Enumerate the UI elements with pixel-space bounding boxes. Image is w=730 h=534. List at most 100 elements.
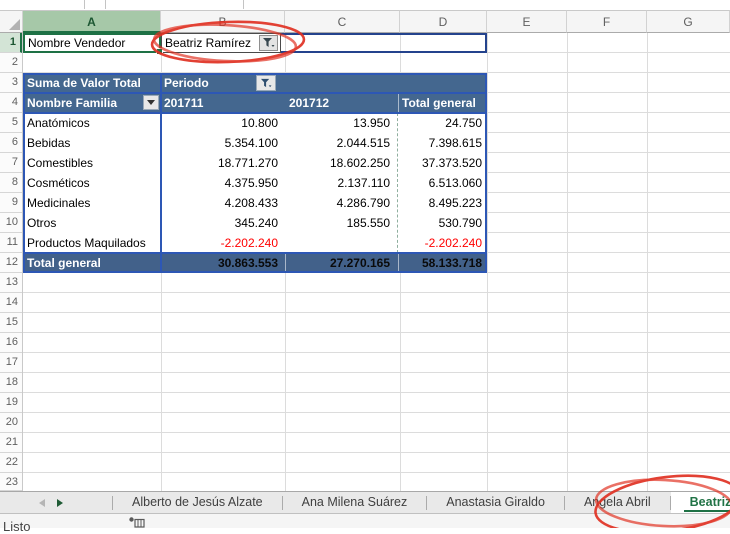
pivot-cell[interactable]: -2.202.240 <box>161 233 285 253</box>
fill-handle[interactable] <box>156 48 163 55</box>
row-header-5[interactable]: 5 <box>0 113 22 133</box>
pivot-cell[interactable] <box>285 233 400 253</box>
pivot-row: Otros 345.240 185.550 530.790 <box>23 213 487 233</box>
row-header-23[interactable]: 23 <box>0 473 22 491</box>
pivot-cell[interactable]: 4.286.790 <box>285 193 400 213</box>
column-header-F[interactable]: F <box>567 10 647 33</box>
pivot-cell[interactable]: 10.800 <box>161 113 285 133</box>
column-header-G[interactable]: G <box>647 10 730 33</box>
sheet-tab-ana-milena-su-rez[interactable]: Ana Milena Suárez <box>283 492 427 513</box>
row-header-2[interactable]: 2 <box>0 53 22 73</box>
column-header-201712[interactable]: 201712 <box>289 93 329 113</box>
pivot-row-label[interactable]: Comestibles <box>23 153 161 173</box>
row-header-15[interactable]: 15 <box>0 313 22 333</box>
row-header-7[interactable]: 7 <box>0 153 22 173</box>
gridline-vertical <box>647 33 648 491</box>
pivot-row: Anatómicos 10.800 13.950 24.750 <box>23 113 487 133</box>
select-all-corner[interactable] <box>0 10 23 33</box>
status-bar: Listo <box>0 513 730 534</box>
pivot-cell[interactable]: 8.495.223 <box>400 193 487 213</box>
filter-label-cell[interactable]: Nombre Vendedor <box>23 33 161 53</box>
pivot-cell[interactable]: 18.602.250 <box>285 153 400 173</box>
row-header-22[interactable]: 22 <box>0 453 22 473</box>
pivot-border-top <box>23 73 487 75</box>
pivot-column-header-row: Nombre Familia 201711 201712 Total gener… <box>23 93 487 113</box>
pivot-cell[interactable]: 345.240 <box>161 213 285 233</box>
pivot-cell[interactable]: 2.137.110 <box>285 173 400 193</box>
column-field-label[interactable]: Periodo <box>164 73 209 93</box>
pivot-border-under-measure-row <box>23 92 487 94</box>
grand-total-total[interactable]: 58.133.718 <box>400 253 487 273</box>
pivot-measure-row: Suma de Valor Total Periodo <box>23 73 487 93</box>
periodo-filter-button[interactable] <box>256 75 276 91</box>
pivot-cell[interactable]: 18.771.270 <box>161 153 285 173</box>
pivot-border-right <box>485 73 487 273</box>
pivot-row-label[interactable]: Productos Maquilados <box>23 233 161 253</box>
pivot-cell[interactable]: 185.550 <box>285 213 400 233</box>
row-header-11[interactable]: 11 <box>0 233 22 253</box>
gridline-vertical <box>567 33 568 491</box>
row-field-label[interactable]: Nombre Familia <box>27 93 117 113</box>
pivot-cell[interactable]: 5.354.100 <box>161 133 285 153</box>
pivot-table: Suma de Valor Total Periodo Nombre Famil… <box>23 73 487 273</box>
column-header-A[interactable]: A <box>23 10 161 33</box>
pivot-cell[interactable]: 24.750 <box>400 113 487 133</box>
row-header-17[interactable]: 17 <box>0 353 22 373</box>
measure-label[interactable]: Suma de Valor Total <box>27 73 141 93</box>
column-header-B[interactable]: B <box>161 10 285 33</box>
row-header-10[interactable]: 10 <box>0 213 22 233</box>
pivot-row-label[interactable]: Bebidas <box>23 133 161 153</box>
sheet-tab-alberto-de-jes-s-alzate[interactable]: Alberto de Jesús Alzate <box>113 492 282 513</box>
pivot-cell[interactable]: 13.950 <box>285 113 400 133</box>
pivot-cell[interactable]: 2.044.515 <box>285 133 400 153</box>
row-header-6[interactable]: 6 <box>0 133 22 153</box>
pivot-row: Cosméticos 4.375.950 2.137.110 6.513.060 <box>23 173 487 193</box>
pivot-cell[interactable]: -2.202.240 <box>400 233 487 253</box>
column-header-D[interactable]: D <box>400 10 487 33</box>
column-header-E[interactable]: E <box>487 10 567 33</box>
pivot-cell[interactable]: 37.373.520 <box>400 153 487 173</box>
pivot-row-label[interactable]: Cosméticos <box>23 173 161 193</box>
row-header-12[interactable]: 12 <box>0 253 22 273</box>
filter-value-cell[interactable]: Beatriz Ramírez <box>161 33 281 53</box>
pivot-row-label[interactable]: Otros <box>23 213 161 233</box>
row-header-8[interactable]: 8 <box>0 173 22 193</box>
pivot-cell[interactable]: 530.790 <box>400 213 487 233</box>
row-header-18[interactable]: 18 <box>0 373 22 393</box>
column-header-total[interactable]: Total general <box>402 93 476 113</box>
row-header-21[interactable]: 21 <box>0 433 22 453</box>
column-header-201711[interactable]: 201711 <box>164 93 203 113</box>
row-header-20[interactable]: 20 <box>0 413 22 433</box>
pivot-row: Comestibles 18.771.270 18.602.250 37.373.52… <box>23 153 487 173</box>
sheet-grid[interactable]: Nombre Vendedor Beatriz Ramírez Suma de … <box>0 33 730 491</box>
row-header-4[interactable]: 4 <box>0 93 22 113</box>
pivot-row-label[interactable]: Anatómicos <box>23 113 161 133</box>
arrow-right-icon[interactable] <box>57 499 63 507</box>
grand-total-201711[interactable]: 30.863.553 <box>161 253 285 273</box>
grand-total-label[interactable]: Total general <box>23 253 161 273</box>
pivot-cell[interactable]: 4.375.950 <box>161 173 285 193</box>
row-header-1[interactable]: 1 <box>0 33 22 53</box>
sheet-tab-angela-abril[interactable]: Angela Abril <box>565 492 670 513</box>
row-header-19[interactable]: 19 <box>0 393 22 413</box>
row-header-13[interactable]: 13 <box>0 273 22 293</box>
pivot-cell[interactable]: 7.398.615 <box>400 133 487 153</box>
row-header-9[interactable]: 9 <box>0 193 22 213</box>
row-header-3[interactable]: 3 <box>0 73 22 93</box>
column-header-C[interactable]: C <box>285 10 400 33</box>
gridline-vertical <box>487 33 488 491</box>
pivot-row-label[interactable]: Medicinales <box>23 193 161 213</box>
pivot-cell[interactable]: 6.513.060 <box>400 173 487 193</box>
pivot-grand-total-row[interactable]: Total general 30.863.553 27.270.165 58.1… <box>23 253 487 273</box>
pivot-cell[interactable]: 4.208.433 <box>161 193 285 213</box>
row-header-16[interactable]: 16 <box>0 333 22 353</box>
funnel-icon <box>263 38 275 47</box>
macro-record-icon[interactable] <box>129 517 145 528</box>
grand-total-201712[interactable]: 27.270.165 <box>285 253 400 273</box>
familia-dropdown-button[interactable] <box>143 95 159 110</box>
report-filter-button[interactable] <box>259 35 278 51</box>
sheet-tab-anastasia-giraldo[interactable]: Anastasia Giraldo <box>427 492 564 513</box>
arrow-left-icon[interactable] <box>39 499 45 507</box>
sheet-tab-beatriz-ram[interactable]: Beatriz Ram <box>670 492 730 513</box>
row-header-14[interactable]: 14 <box>0 293 22 313</box>
